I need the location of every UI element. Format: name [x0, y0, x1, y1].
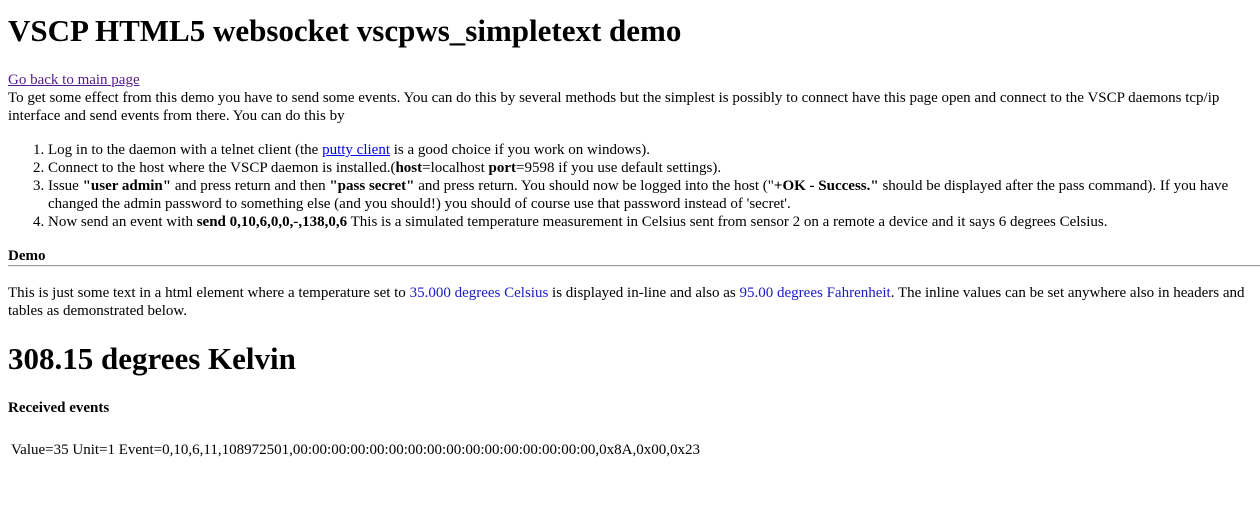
step-1-text-before: Log in to the daemon with a telnet clien… [48, 142, 323, 158]
demo-text-before: This is just some text in a html element… [8, 285, 410, 301]
host-label: host [395, 160, 423, 176]
demo-heading: Demo [8, 248, 46, 264]
received-event-line: Value=35 Unit=1 Event=0,10,6,11,10897250… [11, 442, 700, 458]
fahrenheit-value: 95.00 degrees Fahrenheit [739, 285, 891, 301]
step-3-text-3: and press return. You should now be logg… [414, 178, 774, 194]
received-events-heading: Received events [8, 400, 110, 416]
putty-client-link[interactable]: putty client [322, 142, 390, 158]
list-item: Now send an event with send 0,10,6,0,0,-… [48, 213, 1260, 231]
step-2-text-before: Connect to the host where the VSCP daemo… [48, 160, 396, 176]
demo-page: VSCP HTML5 websocket vscpws_simpletext d… [0, 0, 1260, 519]
list-item: Issue "user admin" and press return and … [48, 177, 1260, 213]
ok-success-response: +OK - Success." [773, 178, 879, 194]
step-3-text-1: Issue [48, 178, 83, 194]
kelvin-heading: 308.15 degrees Kelvin [8, 341, 296, 376]
send-event-command: send 0,10,6,0,0,-,138,0,6 [196, 214, 348, 230]
section-divider [8, 265, 1260, 267]
celsius-value: 35.000 degrees Celsius [409, 285, 549, 301]
demo-text-middle: is displayed in-line and also as [548, 285, 740, 301]
intro-paragraph: To get some effect from this demo you ha… [8, 90, 1220, 124]
user-admin-command: "user admin" [82, 178, 172, 194]
back-to-main-link[interactable]: Go back to main page [8, 71, 140, 89]
list-item: Connect to the host where the VSCP daemo… [48, 159, 1260, 177]
pass-secret-command: "pass secret" [329, 178, 415, 194]
demo-paragraph: This is just some text in a html element… [8, 284, 1258, 320]
step-4-text-1: Now send an event with [48, 214, 197, 230]
host-value: =localhost [422, 160, 489, 176]
instruction-list: Log in to the daemon with a telnet clien… [8, 141, 1260, 231]
step-3-text-2: and press return and then [171, 178, 330, 194]
step-4-text-2: This is a simulated temperature measurem… [347, 214, 1108, 230]
port-value: =9598 if you use default settings). [516, 160, 722, 176]
step-1-text-after: is a good choice if you work on windows)… [390, 142, 650, 158]
list-item: Log in to the daemon with a telnet clien… [48, 141, 1260, 159]
page-title: VSCP HTML5 websocket vscpws_simpletext d… [8, 13, 682, 48]
port-label: port [488, 160, 517, 176]
